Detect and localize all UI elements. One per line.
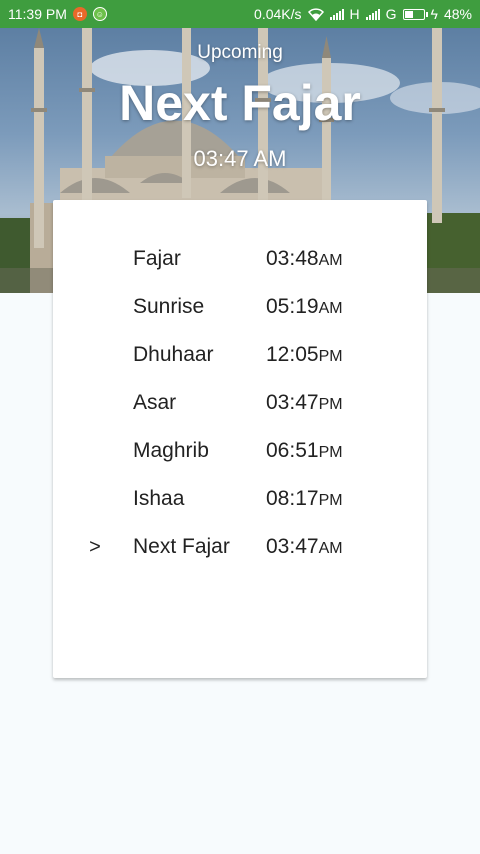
charging-icon: ϟ <box>430 6 438 22</box>
prayer-time-value: 06:51 <box>266 439 319 462</box>
prayer-row-asar: Asar 03:47PM <box>53 379 427 427</box>
prayer-time-ampm: PM <box>318 492 343 509</box>
prayer-name: Next Fajar <box>133 535 230 558</box>
prayer-row-maghrib: Maghrib 06:51PM <box>53 427 427 475</box>
status-bar: 11:39 PM ◘ ☺ 0.04K/s H G ϟ 48% <box>0 0 480 28</box>
prayer-time-ampm: PM <box>318 444 343 461</box>
wifi-icon <box>307 7 324 21</box>
prayer-time-ampm: AM <box>318 252 343 269</box>
status-right: 0.04K/s H G ϟ 48% <box>254 6 472 22</box>
prayer-name: Sunrise <box>133 295 205 318</box>
next-prayer-time: 03:47 AM <box>193 146 287 171</box>
app-notification-icon: ◘ <box>72 7 87 21</box>
signal-strength-icon-2 <box>365 8 380 20</box>
network-type-h: H <box>349 6 360 22</box>
prayer-name: Maghrib <box>133 439 209 462</box>
prayer-time: 12:05PM <box>266 331 343 381</box>
prayer-time-ampm: PM <box>318 348 343 365</box>
prayer-time-value: 12:05 <box>266 343 319 366</box>
prayer-row-dhuhaar: Dhuhaar 12:05PM <box>53 331 427 379</box>
status-left: 11:39 PM ◘ ☺ <box>8 6 107 22</box>
current-prayer-marker: > <box>89 536 101 558</box>
prayer-row-ishaa: Ishaa 08:17PM <box>53 475 427 523</box>
prayer-time: 03:47PM <box>266 379 343 429</box>
signal-strength-icon-1 <box>329 8 344 20</box>
prayer-name: Ishaa <box>133 487 185 510</box>
prayer-time-value: 05:19 <box>266 295 319 318</box>
prayer-time-value: 03:47 <box>266 391 319 414</box>
prayer-time-ampm: AM <box>318 300 343 317</box>
android-notification-icon: ☺ <box>92 7 107 21</box>
prayer-time-value: 08:17 <box>266 487 319 510</box>
next-prayer-title: Next Fajar <box>119 75 361 131</box>
prayer-time: 03:48AM <box>266 235 343 285</box>
prayer-time: 05:19AM <box>266 283 343 333</box>
upcoming-label: Upcoming <box>197 42 283 63</box>
battery-percent: 48% <box>443 6 472 22</box>
prayer-time: 06:51PM <box>266 427 343 477</box>
prayer-time-ampm: AM <box>318 540 343 557</box>
prayer-row-fajar: Fajar 03:48AM <box>53 235 427 283</box>
prayer-time: 03:47AM <box>266 523 343 573</box>
prayer-time-ampm: PM <box>318 396 343 413</box>
prayer-row-sunrise: Sunrise 05:19AM <box>53 283 427 331</box>
prayer-name: Fajar <box>133 247 181 270</box>
prayer-times-card: Fajar 03:48AM Sunrise 05:19AM Dhuhaar 12… <box>53 200 427 678</box>
prayer-name: Asar <box>133 391 177 414</box>
network-speed: 0.04K/s <box>254 6 302 22</box>
prayer-time-value: 03:47 <box>266 535 319 558</box>
status-time: 11:39 PM <box>8 6 67 22</box>
prayer-name: Dhuhaar <box>133 343 214 366</box>
network-type-g: G <box>385 6 397 22</box>
battery-icon <box>402 8 428 20</box>
prayer-row-next-fajar: > Next Fajar 03:47AM <box>53 523 427 571</box>
prayer-time-value: 03:48 <box>266 247 319 270</box>
battery-fill <box>404 10 413 18</box>
prayer-times-screen: 11:39 PM ◘ ☺ 0.04K/s H G ϟ 48% Upcoming … <box>0 0 480 854</box>
prayer-time: 08:17PM <box>266 475 343 525</box>
